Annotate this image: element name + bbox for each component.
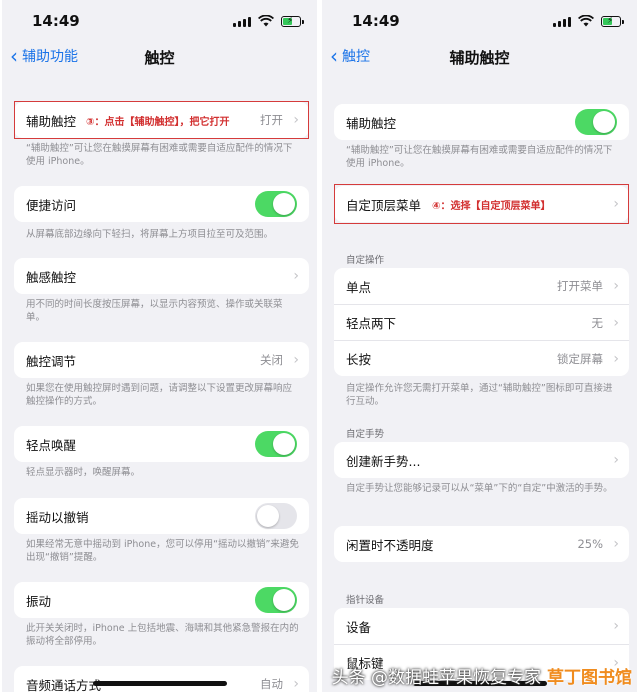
row-label: 音频通话方式 <box>26 677 102 692</box>
assistive-touch-group: 辅助触控 <box>334 104 629 140</box>
double-tap-row[interactable]: 轻点两下 无 › <box>334 304 629 340</box>
shake-to-undo-group: 摇动以撤销 <box>14 498 309 534</box>
chevron-right-icon: › <box>613 452 619 468</box>
battery-charging-icon: ⚡ <box>281 15 304 27</box>
row-note: 轻点显示器时，唤醒屏幕。 <box>26 467 141 478</box>
row-note: “辅助触控”可让您在触摸屏幕有困难或需要自适应配件的情况下使用 iPhone。 <box>26 143 293 167</box>
row-label: 单点 <box>346 279 372 295</box>
section-note: 自定手势让您能够记录可以从“菜单”下的“自定”中激活的手势。 <box>346 483 613 494</box>
chevron-right-icon: › <box>293 352 299 368</box>
status-bar: 14:49 ⚡ <box>322 0 637 40</box>
create-new-gesture-row[interactable]: 创建新手势... › <box>334 442 629 478</box>
row-label: 辅助触控 <box>346 115 397 131</box>
touch-accommodations-group: 触控调节 关闭 › <box>14 342 309 378</box>
row-note: 如果经常无意中摇动到 iPhone，您可以停用“摇动以撤销”来避免出现“撤销”提… <box>26 539 299 563</box>
page-title: 触控 <box>144 49 175 67</box>
navigation-bar: ‹ 辅助功能 触控 <box>2 40 317 72</box>
page-title: 辅助触控 <box>449 49 510 67</box>
shake-to-undo-toggle[interactable] <box>255 503 297 529</box>
row-label: 便捷访问 <box>26 197 77 213</box>
custom-gestures-group: 创建新手势... › <box>334 442 629 478</box>
watermark-logo: 草丁图书馆 <box>547 668 632 688</box>
chevron-right-icon: › <box>293 268 299 284</box>
wifi-icon <box>258 15 274 27</box>
divider <box>318 0 321 692</box>
section-note: 自定操作允许您无需打开菜单，通过“辅助触控”图标即可直接进行互动。 <box>346 383 613 407</box>
row-value: 自动 <box>260 677 283 691</box>
tap-to-wake-toggle[interactable] <box>255 431 297 457</box>
row-note: 用不同的时间长度按压屏幕，以显示内容预览、操作或关联菜单。 <box>26 299 283 323</box>
row-note: 此开关关闭时，iPhone 上包括地震、海啸和其他紧急警报在内的振动将全部停用。 <box>26 623 299 647</box>
reachability-group: 便捷访问 <box>14 186 309 222</box>
row-value: 关闭 <box>260 353 283 367</box>
section-header: 自定手势 <box>346 429 385 440</box>
row-label: 长按 <box>346 352 372 367</box>
watermark-text: 头条 @数据蛙苹果恢复专家 <box>331 668 541 688</box>
assistive-touch-row[interactable]: 辅助触控 <box>334 104 629 140</box>
status-bar: 14:49 ⚡ <box>2 0 317 40</box>
haptic-touch-group: 触感触控 › <box>14 258 309 294</box>
row-value: 无 <box>591 315 604 330</box>
vibration-toggle[interactable] <box>255 587 297 613</box>
single-tap-row[interactable]: 单点 打开菜单 › <box>334 268 629 304</box>
chevron-right-icon: › <box>613 278 619 294</box>
row-value: 25% <box>577 537 603 551</box>
battery-charging-icon: ⚡ <box>601 15 624 27</box>
chevron-right-icon: › <box>293 676 299 692</box>
touch-accommodations-row[interactable]: 触控调节 关闭 › <box>14 342 309 378</box>
call-audio-routing-group: 音频通话方式 自动 › <box>14 666 309 692</box>
idle-opacity-group: 闲置时不透明度 25% › <box>334 526 629 562</box>
row-note: 如果您在使用触控屏时遇到问题，请调整以下设置更改屏幕响应触控操作的方式。 <box>26 383 293 407</box>
shake-to-undo-row[interactable]: 摇动以撤销 <box>14 498 309 534</box>
section-header: 指针设备 <box>346 595 385 606</box>
section-header: 自定操作 <box>346 255 385 266</box>
row-label: 触感触控 <box>26 269 77 285</box>
tap-to-wake-group: 轻点唤醒 <box>14 426 309 462</box>
row-label: 振动 <box>26 593 52 609</box>
cellular-signal-icon <box>233 16 251 27</box>
chevron-right-icon: › <box>613 618 619 634</box>
long-press-row[interactable]: 长按 锁定屏幕 › <box>334 340 629 376</box>
step-annotation: ③：点击【辅助触控】，把它打开 <box>86 117 230 128</box>
home-indicator[interactable] <box>92 681 227 686</box>
row-note: 从屏幕底部边缘向下轻扫，将屏幕上方项目拉至可及范围。 <box>26 229 274 240</box>
custom-actions-group: 单点 打开菜单 › 轻点两下 无 › 长按 锁定屏幕 › <box>334 268 629 376</box>
row-label: 创建新手势... <box>346 453 421 469</box>
chevron-right-icon: › <box>613 314 619 331</box>
status-time: 14:49 <box>32 12 80 30</box>
row-label: 设备 <box>346 619 372 635</box>
vibration-row[interactable]: 振动 <box>14 582 309 618</box>
reachability-toggle[interactable] <box>255 191 297 217</box>
watermark: 头条 @数据蛙苹果恢复专家 草丁图书馆 <box>332 663 632 688</box>
reachability-row[interactable]: 便捷访问 <box>14 186 309 222</box>
devices-row[interactable]: 设备 › <box>334 608 629 644</box>
call-audio-routing-row[interactable]: 音频通话方式 自动 › <box>14 666 309 692</box>
row-label: 轻点唤醒 <box>26 437 77 453</box>
row-label: 触控调节 <box>26 353 77 369</box>
idle-opacity-row[interactable]: 闲置时不透明度 25% › <box>334 526 629 562</box>
row-label: 闲置时不透明度 <box>346 537 434 553</box>
chevron-right-icon: › <box>613 536 619 552</box>
navigation-bar: ‹ 触控 辅助触控 <box>322 40 637 72</box>
vibration-group: 振动 <box>14 582 309 618</box>
touch-settings-screen: 14:49 ⚡ ‹ 辅助功能 触控 辅助触控 打开 › ③：点击【辅助触控】，把… <box>2 0 317 692</box>
tap-to-wake-row[interactable]: 轻点唤醒 <box>14 426 309 462</box>
row-note: “辅助触控”可让您在触摸屏幕有困难或需要自适应配件的情况下使用 iPhone。 <box>346 145 613 169</box>
row-label: 轻点两下 <box>346 316 397 331</box>
row-label: 摇动以撤销 <box>26 509 89 525</box>
cellular-signal-icon <box>553 16 571 27</box>
chevron-right-icon: › <box>613 350 619 367</box>
wifi-icon <box>578 15 594 27</box>
step-annotation: ④：选择【自定顶层菜单】 <box>432 201 551 212</box>
status-time: 14:49 <box>352 12 400 30</box>
haptic-touch-row[interactable]: 触感触控 › <box>14 258 309 294</box>
assistive-touch-toggle[interactable] <box>575 109 617 135</box>
row-value: 锁定屏幕 <box>557 351 603 366</box>
row-value: 打开菜单 <box>557 279 603 293</box>
assistive-touch-screen: 14:49 ⚡ ‹ 触控 辅助触控 辅助触控 “辅助触控”可让您在触摸屏幕有困难… <box>322 0 637 692</box>
